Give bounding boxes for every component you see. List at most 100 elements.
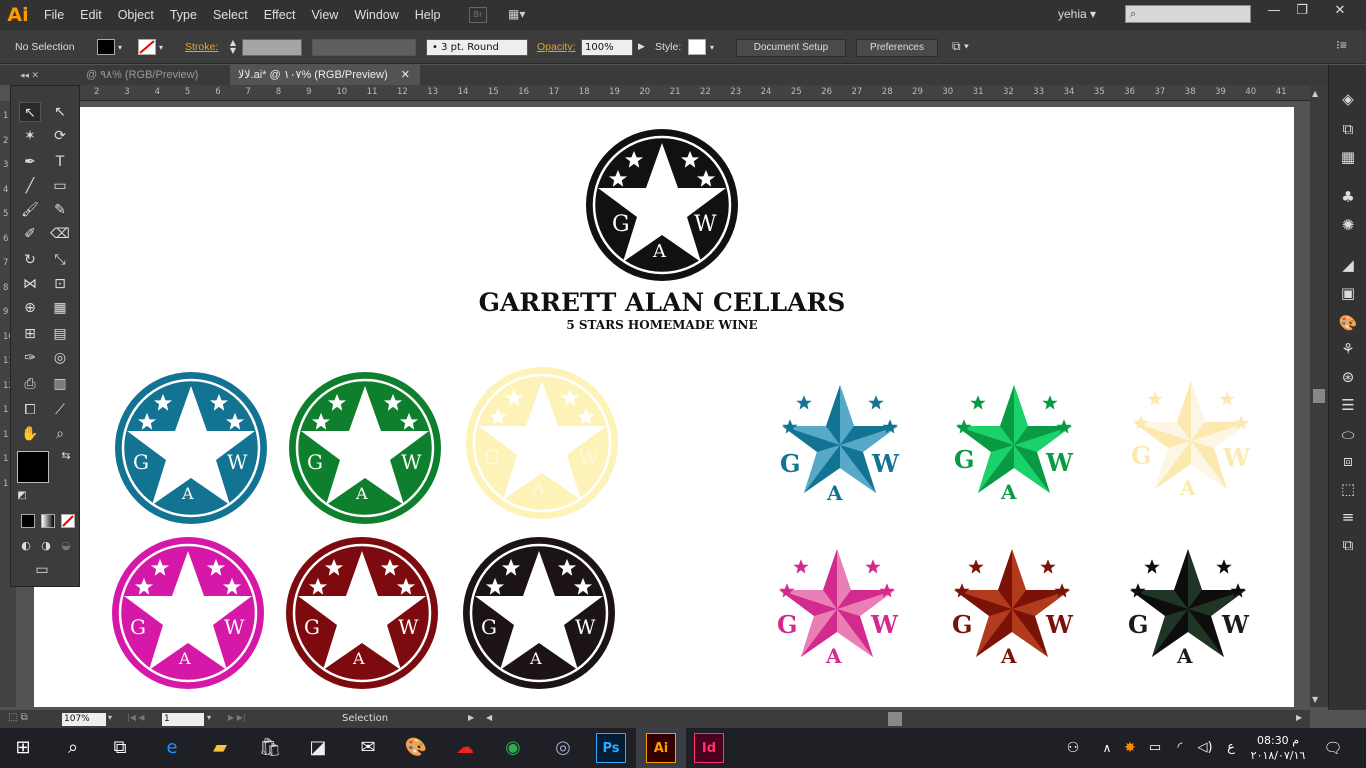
stroke-icon[interactable]: ⬭ (1338, 425, 1358, 445)
scroll-right-icon[interactable]: ▶ (1296, 713, 1302, 722)
layers-icon[interactable]: ◈ (1338, 89, 1358, 109)
color-mode-icon[interactable] (21, 514, 35, 528)
swap-colors-icon[interactable]: ⇆ (55, 446, 77, 466)
scale-tool-icon[interactable]: ⤡ (49, 250, 71, 270)
illustrator-icon[interactable]: Ai (646, 733, 676, 763)
symbols-icon[interactable]: ♣ (1338, 187, 1358, 207)
stroke-label[interactable]: Stroke: (185, 41, 218, 53)
selection-tool-icon[interactable]: ↖ (19, 102, 41, 122)
bridge-button[interactable]: Br (469, 7, 487, 23)
image-trace-icon[interactable]: ⚘ (1338, 339, 1358, 359)
menu-object[interactable]: Object (110, 0, 162, 30)
scroll-left-icon[interactable]: ◀ (486, 713, 492, 722)
stroke-dropdown-icon[interactable]: ▾ (159, 43, 163, 52)
blob-brush-tool-icon[interactable]: ✐ (19, 224, 41, 244)
artboard-dropdown-icon[interactable]: ▾ (207, 713, 211, 722)
vertical-scrollbar[interactable]: ▲ ▼ (1310, 85, 1328, 707)
menu-view[interactable]: View (303, 0, 346, 30)
panel-menu-icon[interactable]: ⁝≡ (1336, 38, 1347, 52)
zoom-tool-icon[interactable]: ⌕ (49, 424, 71, 444)
paint-icon[interactable]: 🎨 (401, 733, 431, 763)
arrange-documents-button[interactable]: ▦▾ (508, 7, 536, 23)
variable-width-dropdown[interactable] (312, 39, 416, 56)
mesh-tool-icon[interactable]: ⊞ (19, 324, 41, 344)
app-logo[interactable]: Ai (0, 0, 36, 30)
pathfinder-icon[interactable]: ⧈ (1338, 451, 1358, 471)
paintbrush-tool-icon[interactable]: 🖌 (19, 200, 41, 220)
tab-document-2[interactable]: لالا.ai* @ ١٠٧% (RGB/Preview) ✕ (230, 65, 420, 85)
restore-button[interactable]: ❐ (1290, 3, 1314, 23)
menu-effect[interactable]: Effect (256, 0, 304, 30)
width-tool-icon[interactable]: ⋈ (19, 274, 41, 294)
sticky-notes-icon[interactable]: ◪ (303, 733, 333, 763)
creative-cloud-icon[interactable]: ☁ (450, 733, 480, 763)
screen-mode-icon[interactable]: ▭ (31, 560, 53, 580)
minimize-button[interactable]: — (1262, 3, 1286, 23)
menu-select[interactable]: Select (205, 0, 256, 30)
perspective-grid-tool-icon[interactable]: ▦ (49, 298, 71, 318)
fill-color-box[interactable] (17, 451, 49, 483)
people-icon[interactable]: ⚇ (1058, 733, 1088, 763)
brush-definition-dropdown[interactable]: • 3 pt. Round (426, 39, 528, 56)
fill-swatch[interactable] (97, 39, 115, 55)
draw-normal-icon[interactable]: ◐ (15, 536, 37, 556)
style-swatch[interactable] (688, 39, 706, 55)
chrome-icon[interactable]: ◉ (498, 733, 528, 763)
pencil-tool-icon[interactable]: ✎ (49, 200, 71, 220)
menu-window[interactable]: Window (346, 0, 406, 30)
artboards-icon[interactable]: ⧉ (1338, 119, 1358, 139)
menu-edit[interactable]: Edit (72, 0, 110, 30)
default-colors-icon[interactable]: ◩ (11, 486, 33, 506)
tab-close-icon[interactable]: ✕ (401, 69, 410, 81)
cinema4d-icon[interactable]: ◎ (548, 733, 578, 763)
store-icon[interactable]: 🛍 (255, 733, 285, 763)
pen-tool-icon[interactable]: ✒ (19, 152, 41, 172)
draw-inside-icon[interactable]: ◒ (55, 536, 77, 556)
line-tool-icon[interactable]: ╱ (19, 176, 41, 196)
arrange-options-icon[interactable]: ⧉ ▾ (952, 39, 969, 54)
slice-tool-icon[interactable]: ⟋ (49, 400, 71, 420)
scroll-down-icon[interactable]: ▼ (1312, 695, 1318, 704)
gradient-icon[interactable]: ▣ (1338, 283, 1358, 303)
stroke-weight-input[interactable] (242, 39, 302, 56)
eraser-tool-icon[interactable]: ⌫ (49, 224, 71, 244)
artboard-number-input[interactable]: 1 (162, 713, 204, 726)
artboard-tool-icon[interactable]: ⧠ (19, 400, 41, 420)
document-setup-button[interactable]: Document Setup (736, 39, 846, 57)
horizontal-scrollbar-thumb[interactable] (888, 712, 902, 726)
artboard-navigator-icon[interactable]: ⬚ ⧉ (8, 712, 28, 723)
opacity-arrow-icon[interactable]: ▶ (638, 41, 645, 52)
appearance-icon[interactable]: ☰ (1338, 395, 1358, 415)
free-transform-tool-icon[interactable]: ⊡ (49, 274, 71, 294)
notifications-icon[interactable]: 🗨 (1318, 733, 1348, 763)
opacity-input[interactable]: 100% (581, 39, 633, 56)
input-language[interactable]: ع (1216, 733, 1246, 763)
search-input[interactable]: ⌕ (1125, 5, 1251, 23)
type-tool-icon[interactable]: T (49, 152, 71, 172)
search-icon[interactable]: ⌕ (58, 733, 88, 763)
blend-tool-icon[interactable]: ◎ (49, 348, 71, 368)
system-clock[interactable]: 08:30 م ٢٠١٨/٠٧/١٦ (1248, 733, 1308, 763)
edge-browser-icon[interactable]: e (157, 733, 187, 763)
align-icon[interactable]: ≡ (1338, 507, 1358, 527)
mail-icon[interactable]: ✉ (353, 733, 383, 763)
stroke-weight-stepper[interactable]: ▲ ▼ (226, 39, 240, 56)
scroll-up-icon[interactable]: ▲ (1312, 89, 1318, 98)
zoom-dropdown-icon[interactable]: ▾ (108, 713, 112, 722)
stroke-swatch[interactable] (138, 39, 156, 55)
symbol-sprayer-tool-icon[interactable]: ⎙ (19, 374, 41, 394)
menu-type[interactable]: Type (162, 0, 205, 30)
first-artboard-icon[interactable]: |◀ ◀ (127, 713, 145, 722)
tab-collapse-icon[interactable]: ◂◂ ✕ (12, 65, 78, 85)
rotate-tool-icon[interactable]: ↻ (19, 250, 41, 270)
tab-document-1[interactable]: @ ٩٨% (RGB/Preview) (78, 65, 230, 85)
graph-tool-icon[interactable]: ▥ (49, 374, 71, 394)
lasso-tool-icon[interactable]: ⟳ (49, 126, 71, 146)
draw-behind-icon[interactable]: ◑ (35, 536, 57, 556)
fill-dropdown-icon[interactable]: ▾ (118, 43, 122, 52)
status-menu-icon[interactable]: ▶ (468, 713, 474, 722)
magic-wand-tool-icon[interactable]: ✶ (19, 126, 41, 146)
rectangle-tool-icon[interactable]: ▭ (49, 176, 71, 196)
links-icon[interactable]: ⧉ (1338, 535, 1358, 555)
style-dropdown-icon[interactable]: ▾ (710, 43, 714, 52)
